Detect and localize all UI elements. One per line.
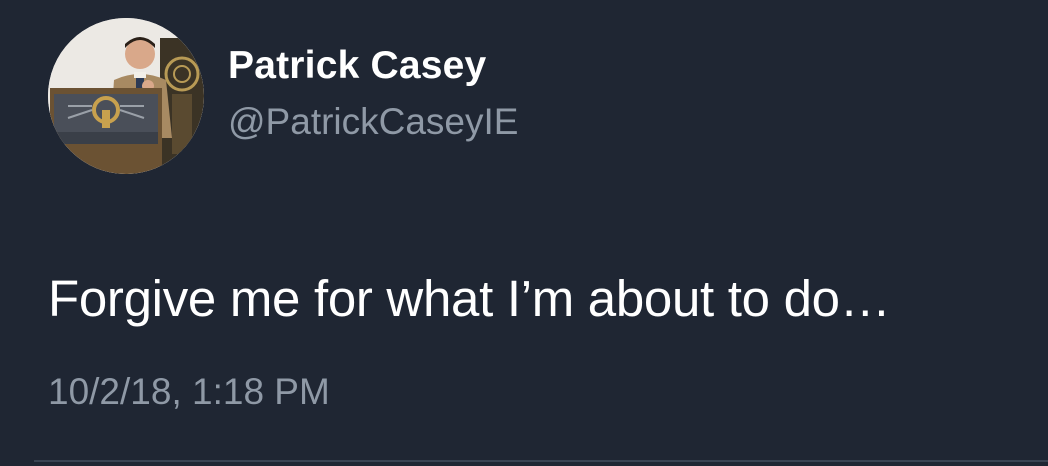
tweet-timestamp[interactable]: 10/2/18, 1:18 PM [48, 370, 330, 414]
tweet-card: Patrick Casey @PatrickCaseyIE Forgive me… [0, 0, 1048, 466]
divider [34, 460, 1048, 462]
author-avatar[interactable] [48, 18, 204, 174]
tweet-text: Forgive me for what I’m about to do… [48, 270, 891, 327]
author-handle[interactable]: @PatrickCaseyIE [228, 100, 518, 144]
author-name[interactable]: Patrick Casey [228, 42, 486, 90]
avatar-photo [48, 18, 204, 174]
